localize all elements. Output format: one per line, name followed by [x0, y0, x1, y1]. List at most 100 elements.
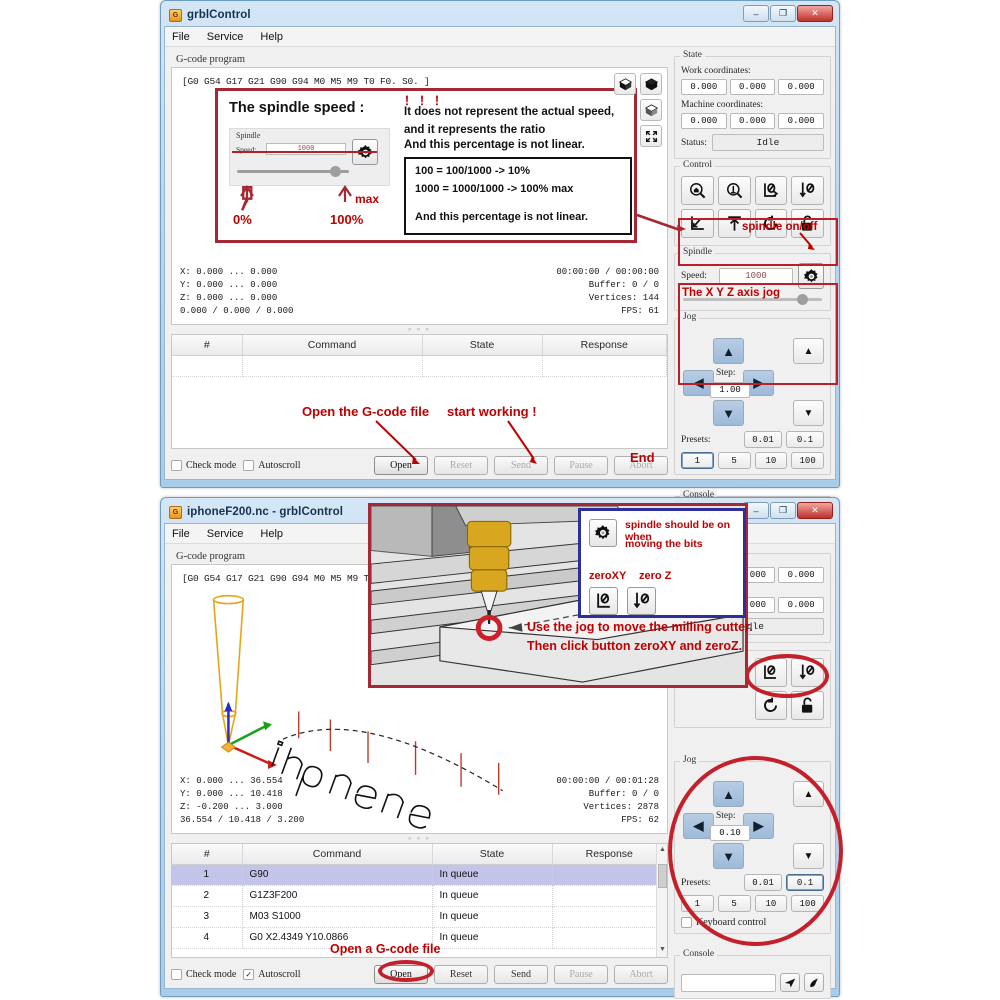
- preset-100-button[interactable]: 100: [791, 452, 824, 469]
- menu-service-2[interactable]: Service: [207, 528, 244, 540]
- cube-dark-icon[interactable]: [614, 73, 636, 95]
- menu-help[interactable]: Help: [260, 31, 283, 43]
- check-mode-checkbox[interactable]: Check mode: [171, 459, 236, 471]
- row3-command: M03 S1000: [242, 906, 433, 928]
- annotation-mini-slider: [237, 166, 349, 177]
- console-group-title-2: Console: [680, 949, 718, 959]
- splitter-handle[interactable]: ⚬⚬⚬: [171, 325, 668, 334]
- panel-splitter[interactable]: ⚬⚬⚬: [674, 482, 831, 490]
- table-row[interactable]: 2 G1Z3F200 In queue: [172, 885, 667, 907]
- console-group-2: Console: [674, 949, 831, 999]
- gcode-line: [G0 G54 G17 G21 G90 G94 M0 M5 M9 T0 F0. …: [182, 76, 430, 87]
- window1-buttons: Open Reset Send Pause Abort: [374, 455, 668, 475]
- maximize-button[interactable]: ❐: [770, 5, 796, 22]
- home-search-icon[interactable]: [681, 176, 714, 205]
- presets-label: Presets:: [681, 434, 711, 445]
- machine-y-field: 0.000: [729, 113, 776, 129]
- send-button-2[interactable]: Send: [494, 964, 548, 984]
- work-x-field[interactable]: 0.000: [681, 79, 727, 95]
- row3-response: [552, 906, 667, 928]
- annotation-ellipse-open-button: [378, 960, 434, 982]
- check-mode-checkbox-2[interactable]: Check mode: [171, 968, 236, 980]
- maximize-button-2[interactable]: ❐: [770, 502, 796, 519]
- splitter-handle-2[interactable]: ⚬⚬⚬: [171, 834, 668, 843]
- autoscroll-box-2[interactable]: ✓: [243, 968, 255, 980]
- open-button[interactable]: Open: [374, 455, 428, 475]
- row3-num: 3: [172, 906, 243, 928]
- presets-row-bottom: 1 5 10 100: [681, 452, 824, 469]
- zero-search-icon[interactable]: [717, 176, 751, 205]
- check-mode-box[interactable]: [171, 459, 182, 471]
- table-body: [172, 355, 667, 377]
- row4-response: [552, 927, 667, 949]
- annotation-xyz-axis-jog: The X Y Z axis jog: [682, 287, 780, 299]
- col-number-2: #: [172, 844, 243, 865]
- jog-down-button[interactable]: ▼: [713, 400, 744, 426]
- pause-button-2[interactable]: Pause: [554, 964, 608, 984]
- row2-num: 2: [172, 885, 243, 907]
- row4-state: In queue: [432, 927, 553, 949]
- send-icon-2[interactable]: [780, 973, 800, 992]
- keyboard-control-box[interactable]: [681, 917, 692, 928]
- zero-xy-icon[interactable]: [754, 176, 788, 205]
- machine-coordinates-row: 0.000 0.000 0.000: [681, 113, 825, 129]
- check-mode-box-2[interactable]: [171, 968, 182, 980]
- col-command: Command: [242, 335, 423, 356]
- menu-file-2[interactable]: File: [172, 528, 190, 540]
- table-row[interactable]: [172, 355, 667, 377]
- menu-file[interactable]: File: [172, 31, 190, 43]
- preset-10-button[interactable]: 10: [754, 452, 788, 469]
- spindle-speed-input[interactable]: 1000: [719, 268, 793, 284]
- scroll-down-icon[interactable]: ▼: [658, 946, 667, 955]
- state-group-title: State: [680, 50, 705, 60]
- col-number: #: [172, 335, 243, 356]
- annotation-zero-z-label: zero Z: [639, 570, 672, 582]
- cube-solid-icon[interactable]: [640, 73, 662, 95]
- machine-z-field: 0.000: [778, 113, 825, 129]
- scroll-up-icon[interactable]: ▲: [658, 846, 667, 855]
- console-input-2[interactable]: [681, 973, 776, 992]
- autoscroll-checkbox-2[interactable]: ✓ Autoscroll: [243, 968, 300, 980]
- preset-0-1-button[interactable]: 0.1: [786, 431, 824, 448]
- command-table[interactable]: # Command State Response: [171, 334, 668, 449]
- preset-5-button[interactable]: 5: [717, 452, 751, 469]
- annotation-max-label: max: [355, 192, 380, 206]
- close-button[interactable]: ✕: [797, 5, 833, 22]
- minimize-button[interactable]: –: [743, 5, 769, 22]
- work-y-field[interactable]: 0.000: [729, 79, 776, 95]
- autoscroll-checkbox[interactable]: Autoscroll: [243, 459, 300, 471]
- annotation-start-working: start working !: [447, 404, 537, 419]
- table-row[interactable]: 1 G90 In queue: [172, 864, 667, 886]
- work-z-field[interactable]: 0.000: [778, 79, 825, 95]
- col-response: Response: [542, 335, 667, 356]
- zero-z-icon[interactable]: [791, 176, 824, 205]
- row1-response: [552, 864, 667, 886]
- table-row[interactable]: 3 M03 S1000 In queue: [172, 906, 667, 928]
- reset-button-2[interactable]: Reset: [434, 964, 488, 984]
- preset-0-01-button[interactable]: 0.01: [744, 431, 782, 448]
- menu-service[interactable]: Service: [207, 31, 244, 43]
- table-scrollbar[interactable]: ▲ ▼: [656, 844, 667, 957]
- fit-screen-icon[interactable]: [640, 125, 662, 147]
- menu-help-2[interactable]: Help: [260, 528, 283, 540]
- window1-actionbar: Check mode Autoscroll Open Reset Send Pa…: [171, 455, 668, 475]
- send-button[interactable]: Send: [494, 455, 548, 475]
- abort-button-2[interactable]: Abort: [614, 964, 668, 984]
- annotation-zero-z-icon: [627, 587, 656, 615]
- viewer-toolbar: [614, 73, 662, 147]
- annotation-spindle-speed-title: The spindle speed :: [229, 100, 365, 116]
- work-coordinates-label: Work coordinates:: [681, 66, 751, 76]
- scroll-thumb[interactable]: [658, 864, 667, 888]
- work-z-field-2[interactable]: 0.000: [778, 567, 825, 583]
- clear-icon-2[interactable]: [804, 973, 824, 992]
- jog-z-down-button[interactable]: ▼: [793, 400, 824, 426]
- window1-titlebar[interactable]: G grblControl – ❐ ✕: [164, 4, 836, 26]
- cube-light-icon[interactable]: [640, 99, 662, 121]
- row1-num: 1: [172, 864, 243, 886]
- pause-button[interactable]: Pause: [554, 455, 608, 475]
- command-table-2[interactable]: # Command State Response 1 G90 In queue: [171, 843, 668, 958]
- preset-1-button[interactable]: 1: [681, 452, 714, 469]
- reset-button[interactable]: Reset: [434, 455, 488, 475]
- autoscroll-box[interactable]: [243, 459, 255, 471]
- close-button-2[interactable]: ✕: [797, 502, 833, 519]
